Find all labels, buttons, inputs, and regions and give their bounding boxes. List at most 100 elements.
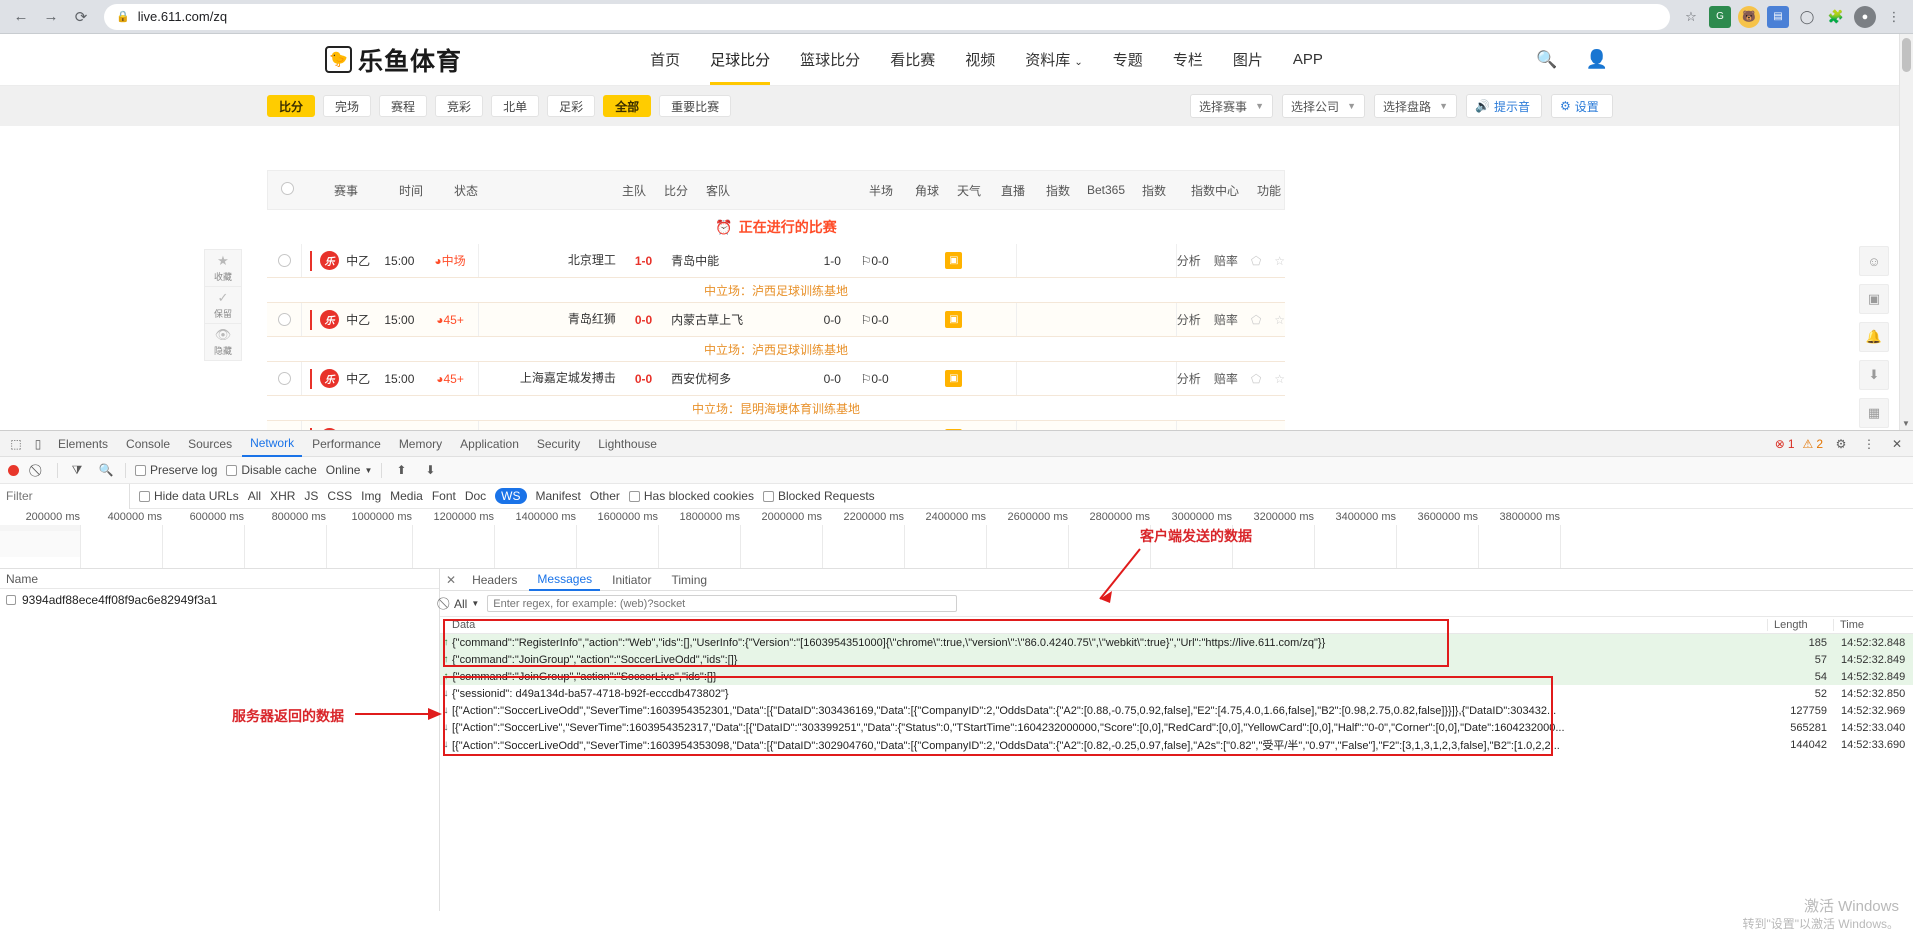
- throttling-select[interactable]: Online ▼: [326, 463, 373, 477]
- blocked-requests-checkbox[interactable]: Blocked Requests: [763, 489, 875, 503]
- scroll-down-icon[interactable]: ▼: [1901, 419, 1911, 428]
- request-row[interactable]: 9394adf88ece4ff08f9ac6e82949f3a1: [0, 589, 439, 610]
- ws-message-row[interactable]: ↑ {"command":"JoinGroup","action":"Socce…: [440, 668, 1913, 685]
- type-ws[interactable]: WS: [495, 488, 526, 504]
- nav-item-basketball[interactable]: 篮球比分: [800, 35, 860, 84]
- select-company[interactable]: 选择公司 ▼: [1282, 94, 1365, 118]
- error-badge[interactable]: ⊗ 1: [1775, 437, 1795, 451]
- bell-icon[interactable]: 🔔: [1859, 322, 1889, 352]
- chip-jingcai[interactable]: 竞彩: [435, 95, 483, 117]
- type-font[interactable]: Font: [432, 489, 456, 503]
- tab-memory[interactable]: Memory: [391, 431, 450, 457]
- filter-icon[interactable]: ⧩: [67, 460, 87, 480]
- puzzle-icon[interactable]: 🧩: [1825, 6, 1847, 28]
- screen-icon[interactable]: ▣: [1859, 284, 1889, 314]
- hide-data-urls-checkbox[interactable]: Hide data URLs: [139, 489, 239, 503]
- ws-filter-select[interactable]: All ▼: [454, 597, 479, 611]
- sound-toggle[interactable]: 🔊 提示音: [1466, 94, 1542, 118]
- row-radio[interactable]: [278, 254, 291, 267]
- site-logo[interactable]: 🐤 乐鱼体育: [325, 42, 462, 78]
- rail-favorites[interactable]: ★ 收藏: [204, 249, 242, 287]
- grammarly-icon[interactable]: G: [1709, 6, 1731, 28]
- nav-item-watch[interactable]: 看比赛: [890, 35, 935, 84]
- live-tv-icon[interactable]: ▣: [945, 370, 962, 387]
- table-row[interactable]: 乐 中乙 15:00 ◕中场 北京理工 1-0 青岛中能 1-0 ⚐0-0 ▣ …: [267, 244, 1285, 278]
- tab-security[interactable]: Security: [529, 431, 588, 457]
- tab-network[interactable]: Network: [242, 431, 302, 457]
- bear-extension-icon[interactable]: 🐻: [1738, 6, 1760, 28]
- nav-item-app[interactable]: APP: [1293, 37, 1323, 82]
- type-css[interactable]: CSS: [327, 489, 352, 503]
- hide-icon[interactable]: ⬠: [1251, 372, 1261, 386]
- away-team[interactable]: 青岛中能: [671, 252, 809, 269]
- ws-regex-input[interactable]: [487, 595, 957, 612]
- inspect-icon[interactable]: ⬚: [6, 434, 26, 454]
- nav-item-column[interactable]: 专栏: [1173, 35, 1203, 84]
- avatar-icon[interactable]: ●: [1854, 6, 1876, 28]
- type-js[interactable]: JS: [304, 489, 318, 503]
- select-handicap[interactable]: 选择盘路 ▼: [1374, 94, 1457, 118]
- tab-elements[interactable]: Elements: [50, 431, 116, 457]
- ws-tab-timing[interactable]: Timing: [663, 569, 715, 591]
- circle-icon[interactable]: ◯: [1796, 6, 1818, 28]
- close-icon[interactable]: ✕: [1887, 434, 1907, 454]
- favorite-star-icon[interactable]: ☆: [1274, 372, 1285, 386]
- away-team[interactable]: 西安优柯多: [671, 370, 809, 387]
- address-bar[interactable]: 🔒 live.611.com/zq: [104, 4, 1670, 30]
- hide-icon[interactable]: ⬠: [1251, 254, 1261, 268]
- dock-icon[interactable]: ⋮: [1859, 434, 1879, 454]
- type-manifest[interactable]: Manifest: [536, 489, 581, 503]
- search-icon[interactable]: 🔍: [96, 460, 116, 480]
- user-icon[interactable]: 👤: [1586, 49, 1608, 70]
- nav-item-pictures[interactable]: 图片: [1233, 35, 1263, 84]
- preserve-log-checkbox[interactable]: Preserve log: [135, 463, 217, 477]
- chip-schedule[interactable]: 赛程: [379, 95, 427, 117]
- away-team[interactable]: 内蒙古草上飞: [671, 311, 809, 328]
- chip-score[interactable]: 比分: [267, 95, 315, 117]
- ws-message-row[interactable]: ↓ [{"Action":"SoccerLiveOdd","SeverTime"…: [440, 702, 1913, 719]
- qr-icon[interactable]: ▦: [1859, 398, 1889, 428]
- gear-icon[interactable]: ⚙: [1831, 434, 1851, 454]
- ws-message-row[interactable]: ↓ {"sessionid": d49a134d-ba57-4718-b92f-…: [440, 685, 1913, 702]
- type-xhr[interactable]: XHR: [270, 489, 295, 503]
- home-team[interactable]: 上海嘉定城发搏击: [478, 362, 616, 395]
- odds-link[interactable]: 赔率: [1214, 370, 1238, 387]
- rail-keep[interactable]: ✓ 保留: [204, 286, 242, 324]
- settings-button[interactable]: ⚙ 设置: [1551, 94, 1613, 118]
- scroll-thumb[interactable]: [1902, 38, 1911, 72]
- star-icon[interactable]: ☆: [1680, 6, 1702, 28]
- wallet-icon[interactable]: ▤: [1767, 6, 1789, 28]
- chip-important[interactable]: 重要比赛: [659, 95, 731, 117]
- ws-message-row[interactable]: ↓ [{"Action":"SoccerLiveOdd","SeverTime"…: [440, 736, 1913, 753]
- table-row[interactable]: 乐 中乙 15:00 ◕45+ 淄博蹴鞠 1-0 中国(U19) 1-0 ⚐0-…: [267, 421, 1285, 430]
- import-icon[interactable]: ⬆: [391, 460, 411, 480]
- nav-item-video[interactable]: 视频: [965, 35, 995, 84]
- odds-link[interactable]: 赔率: [1214, 252, 1238, 269]
- table-row[interactable]: 乐 中乙 15:00 ◕45+ 上海嘉定城发搏击 0-0 西安优柯多 0-0 ⚐…: [267, 362, 1285, 396]
- chip-zucai[interactable]: 足彩: [547, 95, 595, 117]
- has-blocked-cookies-checkbox[interactable]: Has blocked cookies: [629, 489, 754, 503]
- disable-cache-checkbox[interactable]: Disable cache: [226, 463, 316, 477]
- ws-tab-headers[interactable]: Headers: [464, 569, 525, 591]
- nav-item-topic[interactable]: 专题: [1113, 35, 1143, 84]
- tab-performance[interactable]: Performance: [304, 431, 389, 457]
- chip-finished[interactable]: 完场: [323, 95, 371, 117]
- record-icon[interactable]: [8, 465, 19, 476]
- warning-badge[interactable]: ⚠ 2: [1803, 437, 1823, 451]
- home-team[interactable]: 淄博蹴鞠: [478, 421, 616, 430]
- chip-beidan[interactable]: 北单: [491, 95, 539, 117]
- table-row[interactable]: 乐 中乙 15:00 ◕45+ 青岛红狮 0-0 内蒙古草上飞 0-0 ⚐0-0…: [267, 303, 1285, 337]
- hide-icon[interactable]: ⬠: [1251, 313, 1261, 327]
- nav-item-database[interactable]: 资料库 ⌄: [1025, 35, 1083, 84]
- nav-item-home[interactable]: 首页: [650, 35, 680, 84]
- type-other[interactable]: Other: [590, 489, 620, 503]
- filter-input[interactable]: [0, 484, 130, 509]
- analysis-link[interactable]: 分析: [1177, 370, 1201, 387]
- reload-icon[interactable]: ⟳: [68, 4, 94, 30]
- export-icon[interactable]: ⬇: [420, 460, 440, 480]
- search-icon[interactable]: 🔍: [1536, 50, 1557, 70]
- menu-icon[interactable]: ⋮: [1883, 6, 1905, 28]
- analysis-link[interactable]: 分析: [1177, 252, 1201, 269]
- type-media[interactable]: Media: [390, 489, 423, 503]
- ws-tab-initiator[interactable]: Initiator: [604, 569, 659, 591]
